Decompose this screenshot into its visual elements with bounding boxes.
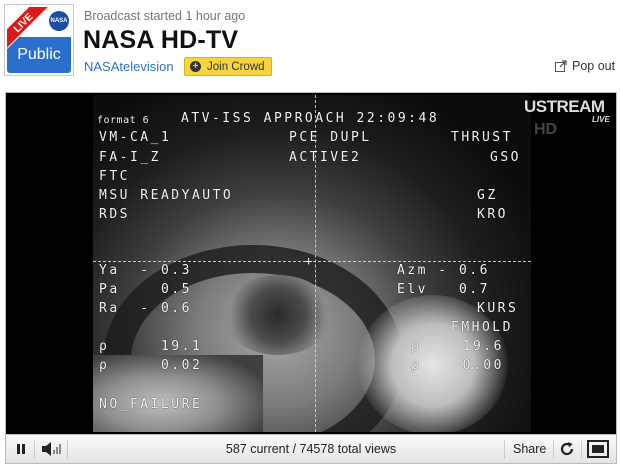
osd-line-3-left: FA-I_Z [99,150,161,165]
refresh-button[interactable] [559,441,575,457]
divider [553,440,554,459]
osd-line-2-right: THRUST [451,130,513,145]
osd-line-2-left: VM-CA_1 [99,130,172,145]
osd-line-11-right: ρ 19.6 [411,339,504,354]
docking-hatch [223,275,333,355]
public-label: Public [17,46,61,63]
ustream-logo: USTREAM [524,97,605,116]
pop-out-label: Pop out [572,59,616,73]
divider [504,440,505,459]
osd-line-5-right: GZ [477,188,498,203]
public-badge: NASA LIVE Public [7,7,71,73]
osd-line-9-left: Ra - 0.6 [99,301,192,316]
osd-line-10-right: FMHOLD [451,320,513,335]
player-controls: 587 current / 74578 total views Share [6,434,616,463]
popout-icon [555,60,567,72]
osd-line-12-right: ρ 0.00 [411,358,504,373]
osd-line-8-left: Pa 0.5 [99,282,192,297]
divider [581,440,582,459]
osd-line-2-mid: PCE DUPL [289,130,372,145]
fullscreen-icon [587,440,609,458]
ustream-channel-page: NASA LIVE Public Broadcast started 1 hou… [0,0,620,471]
share-button[interactable]: Share [513,442,546,456]
join-crowd-label: Join Crowd [207,60,265,73]
ustream-live-label: LIVE [592,115,610,124]
video-frame: + format 6 ATV-ISS APPROACH 22:09:48 VM-… [93,95,531,432]
osd-line-4: FTC [99,169,130,184]
osd-line-1: ATV-ISS APPROACH 22:09:48 [181,111,440,126]
page-title: NASA HD-TV [83,26,239,54]
fullscreen-button[interactable] [587,440,609,458]
osd-line-8-right: Elv 0.7 [397,282,490,297]
osd-line-7-right: Azm - 0.6 [397,263,490,278]
osd-line-6-right: KRO [477,207,508,222]
osd-line-12-left: ρ 0.02 [99,358,203,373]
video-area[interactable]: + format 6 ATV-ISS APPROACH 22:09:48 VM-… [6,93,616,434]
video-player: + format 6 ATV-ISS APPROACH 22:09:48 VM-… [5,92,617,464]
nasa-logo-icon: NASA [49,11,69,31]
osd-line-6-left: RDS [99,207,130,222]
osd-format: format 6 [97,115,150,126]
refresh-icon [560,442,574,456]
osd-line-9-right: KURS [477,301,519,316]
osd-line-13: NO_FAILURE [99,397,203,412]
hd-badge: HD [534,121,558,138]
plus-circle-icon: + [190,61,201,72]
channel-link[interactable]: NASAtelevision [84,59,174,74]
channel-thumbnail[interactable]: NASA LIVE Public [4,4,74,76]
crosshair-center: + [305,254,313,268]
broadcast-status: Broadcast started 1 hour ago [84,9,246,23]
osd-line-11-left: ρ 19.1 [99,339,203,354]
osd-line-7-left: Ya - 0.3 [99,263,192,278]
osd-line-5-left: MSU READYAUTO [99,188,234,203]
pop-out-button[interactable]: Pop out [555,59,615,73]
osd-line-3-right: GSO [490,150,521,165]
join-crowd-button[interactable]: + Join Crowd [184,57,272,76]
osd-line-3-mid: ACTIVE2 [289,150,362,165]
